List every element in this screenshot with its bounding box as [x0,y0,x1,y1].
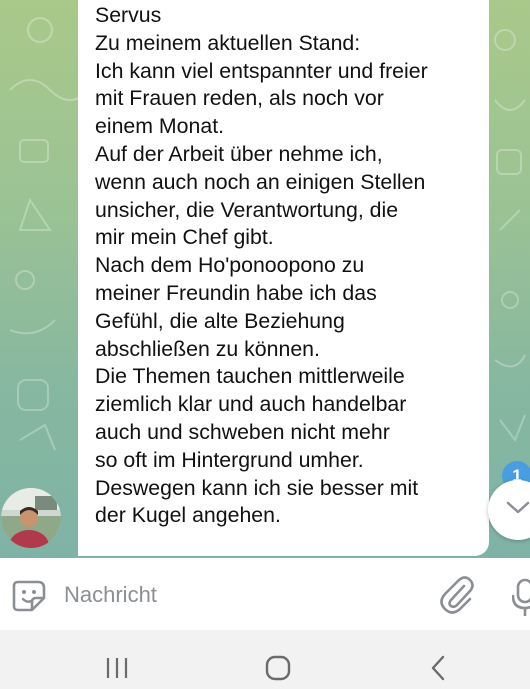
message-line: mit Frauen reden, als noch vor [95,86,384,111]
sticker-emoji-icon[interactable] [12,578,48,614]
message-line: meiner Freundin habe ich das [95,280,377,305]
home-icon[interactable] [265,655,291,681]
message-line: Ich kann viel entspannter und freier [95,58,428,83]
message-line: der Kugel angehen. [95,503,281,528]
back-icon[interactable] [430,655,446,681]
message-line: Gefühl, die alte Beziehung [95,308,345,333]
message-line: ziemlich klar und auch handelbar [95,392,407,417]
message-line: unsicher, die Verantwortung, die [95,197,399,222]
system-navigation-bar [0,630,530,689]
chevron-down-icon [506,501,530,514]
message-line: so oft im Hintergrund umher. [95,447,364,472]
message-line: Servus [95,3,162,27]
message-line: mir mein Chef gibt. [95,225,274,250]
recent-apps-icon[interactable] [105,656,129,680]
user-avatar-photo [1,488,61,548]
microphone-icon[interactable] [512,578,530,618]
message-line: auch und schweben nicht mehr [95,419,390,444]
message-line: Nach dem Ho'ponoopono zu [95,253,365,278]
paperclip-icon[interactable] [440,576,474,614]
message-composer [0,558,530,630]
message-line: abschließen zu können. [95,336,320,361]
message-line: Auf der Arbeit über nehme ich, [95,141,383,166]
message-line: Deswegen kann ich sie besser mit [95,475,419,500]
message-line: Die Themen tauchen mittlerweile [95,364,405,389]
message-input[interactable] [64,580,404,610]
message-line: Zu meinem aktuellen Stand: [95,30,361,55]
sender-avatar[interactable] [1,488,61,548]
message-text: Servus Zu meinem aktuellen Stand: Ich ka… [95,2,485,530]
message-line: einem Monat. [95,114,225,139]
message-line: wenn auch noch an einigen Stellen [95,169,426,194]
